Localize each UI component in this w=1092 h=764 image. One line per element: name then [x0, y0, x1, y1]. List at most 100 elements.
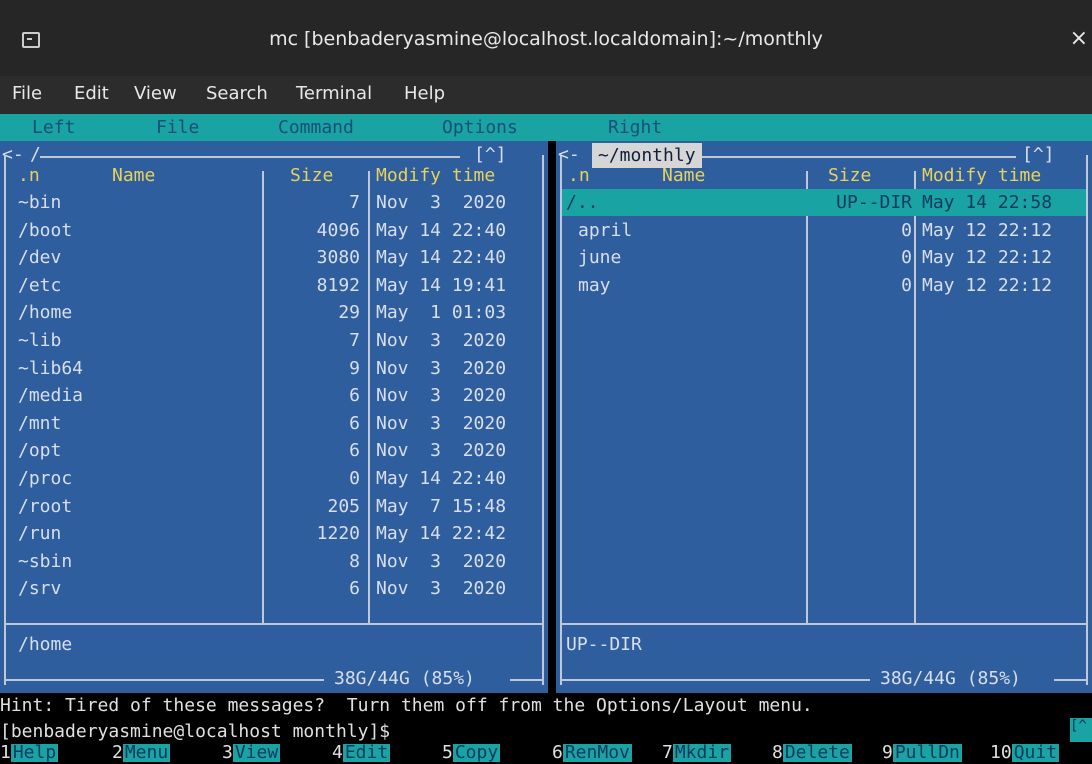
file-size: 7: [349, 192, 360, 213]
file-size: 6: [349, 440, 360, 462]
frame-left: [4, 155, 6, 685]
terminal-area[interactable]: Left File Command Options Right <- / [^]…: [0, 114, 1092, 764]
fkey-number: 6: [552, 744, 563, 763]
file-name: /media: [18, 385, 84, 407]
file-size: 1220: [316, 523, 360, 545]
file-name: /run: [18, 523, 62, 545]
window-titlebar: mc [benbaderyasmine@localhost.localdomai…: [0, 0, 1092, 76]
fkey-renmov[interactable]: 6 RenMov: [552, 744, 632, 764]
close-icon[interactable]: ×: [1070, 26, 1088, 51]
frame-top: [40, 156, 460, 158]
frame-bottom-a: [4, 679, 324, 681]
fkey-menu[interactable]: 2 Menu: [112, 744, 171, 764]
left-disk-usage: 38G/44G (85%): [334, 668, 475, 689]
fkey-edit[interactable]: 4 Edit: [332, 744, 391, 764]
file-mtime: May 7 15:48: [376, 495, 507, 517]
mc-menu-file[interactable]: File: [156, 117, 199, 138]
file-mtime: May 12 22:12: [922, 274, 1053, 296]
mc-menu-left[interactable]: Left: [32, 117, 75, 138]
file-size: 6: [349, 412, 360, 434]
file-size: 29: [338, 302, 360, 324]
menu-help[interactable]: Help: [404, 83, 445, 104]
left-header-n[interactable]: .n: [18, 162, 40, 189]
fkey-number: 9: [882, 744, 893, 763]
fkey-help[interactable]: 1 Help: [0, 744, 59, 764]
file-mtime: May 14 22:40: [376, 468, 507, 489]
frame-right: [1086, 155, 1088, 685]
frame-bottom-a: [560, 679, 870, 681]
mc-menu-options[interactable]: Options: [442, 117, 518, 138]
right-header-n[interactable]: .n: [568, 162, 590, 189]
file-name: ~lib: [18, 330, 62, 351]
left-header-size[interactable]: Size: [290, 162, 333, 189]
file-name: /mnt: [18, 412, 62, 434]
frame-right: [542, 155, 544, 685]
fkey-view[interactable]: 3 View: [222, 744, 281, 764]
shell-prompt[interactable]: [benbaderyasmine@localhost monthly]$: [0, 718, 390, 745]
window-title: mc [benbaderyasmine@localhost.localdomai…: [269, 28, 823, 50]
file-name: /proc: [18, 468, 73, 489]
col-sep-1: [262, 171, 264, 623]
right-panel[interactable]: <- ~/monthly [^] .n Name Size Modify tim…: [556, 141, 1092, 693]
frame-bottom-b: [510, 679, 544, 681]
file-mtime: Nov 3 2020: [376, 192, 507, 213]
fkey-label: Menu: [122, 744, 171, 763]
file-size: 6: [349, 385, 360, 407]
file-size: 0: [901, 247, 912, 269]
fkey-delete[interactable]: 8 Delete: [772, 744, 852, 764]
file-name: may: [578, 274, 611, 296]
mc-menu-right[interactable]: Right: [608, 117, 662, 138]
right-status: UP--DIR: [566, 634, 642, 655]
fkey-number: 3: [222, 744, 233, 763]
right-header-name[interactable]: Name: [662, 162, 705, 189]
mc-menu-command[interactable]: Command: [278, 117, 354, 138]
file-size: 0: [901, 219, 912, 241]
right-header-mtime[interactable]: Modify time: [922, 162, 1041, 189]
fkey-quit[interactable]: 10 Quit: [990, 744, 1060, 764]
right-header-size[interactable]: Size: [828, 162, 871, 189]
file-mtime: May 12 22:12: [922, 219, 1053, 241]
fkey-pulldn[interactable]: 9 PullDn: [882, 744, 962, 764]
file-mtime: May 14 22:40: [376, 247, 507, 269]
file-mtime: Nov 3 2020: [376, 385, 507, 407]
menu-view[interactable]: View: [134, 83, 177, 104]
menu-file[interactable]: File: [12, 83, 42, 104]
col-sep-1: [806, 171, 808, 623]
fkey-label: PullDn: [892, 744, 962, 763]
left-panel[interactable]: <- / [^] .n Name Size Modify time ~bin 7 N…: [0, 141, 548, 693]
left-header-name[interactable]: Name: [112, 162, 155, 189]
menu-edit[interactable]: Edit: [74, 83, 109, 104]
function-key-bar: 1 Help 2 Menu 3 View 4 Edit 5 Copy 6 RenMov 7 Mkdir 8 D…: [0, 744, 1092, 764]
file-size: 8: [349, 550, 360, 572]
file-size: 7: [349, 330, 360, 351]
file-mtime: May 14 22:58: [922, 192, 1053, 213]
fkey-mkdir[interactable]: 7 Mkdir: [662, 744, 732, 764]
app-menubar: File Edit View Search Terminal Help: [0, 76, 1092, 114]
file-size: 0: [901, 274, 912, 296]
file-name: june: [578, 247, 622, 269]
file-mtime: Nov 3 2020: [376, 412, 507, 434]
file-mtime: Nov 3 2020: [376, 440, 507, 462]
fkey-number: 1: [0, 744, 11, 763]
left-header-mtime[interactable]: Modify time: [376, 162, 495, 189]
menu-search[interactable]: Search: [206, 83, 268, 104]
file-size: 205: [327, 495, 360, 517]
file-size: 9: [349, 357, 360, 379]
file-mtime: May 1 01:03: [376, 302, 507, 324]
fkey-copy[interactable]: 5 Copy: [442, 744, 501, 764]
file-name: /boot: [18, 219, 73, 241]
fkey-number: 10: [990, 744, 1012, 763]
file-mtime: May 14 22:40: [376, 219, 507, 241]
fkey-number: 4: [332, 744, 343, 763]
fkey-label: RenMov: [562, 744, 632, 763]
file-name: /etc: [18, 274, 62, 296]
file-mtime: Nov 3 2020: [376, 550, 507, 572]
fkey-label: Help: [10, 744, 59, 763]
menu-terminal[interactable]: Terminal: [296, 83, 372, 104]
hint-line: Hint: Tired of these messages? Turn them…: [0, 695, 813, 716]
frame-bottom-b: [1054, 679, 1088, 681]
file-name: /root: [18, 495, 73, 517]
file-mtime: Nov 3 2020: [376, 330, 507, 351]
file-name: /dev: [18, 247, 62, 269]
file-name: /home: [18, 302, 73, 324]
